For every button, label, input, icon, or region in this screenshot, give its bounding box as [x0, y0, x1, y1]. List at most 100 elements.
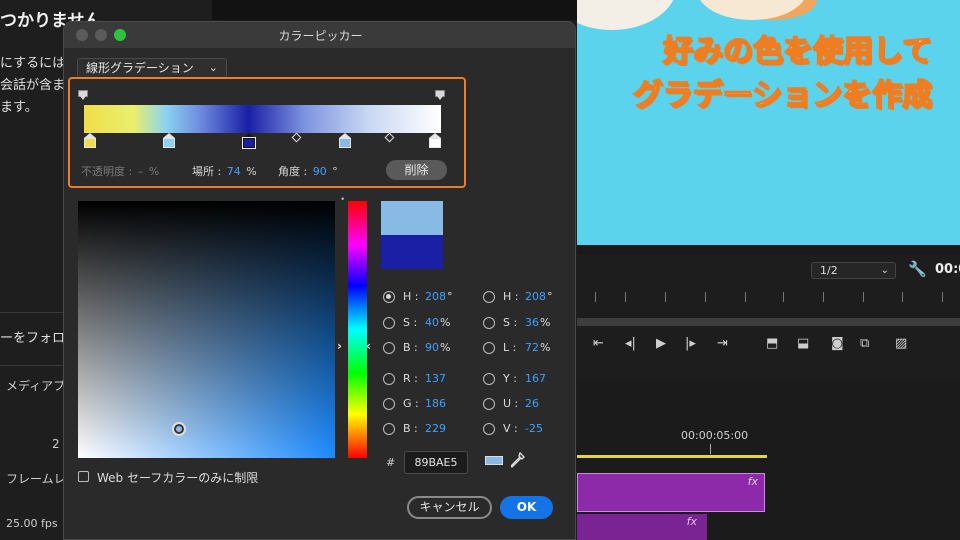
hsb-brightness-value[interactable]: 90 — [425, 341, 439, 354]
hsl-hue-value[interactable]: 208 — [525, 290, 546, 303]
hsl-saturation-value[interactable]: 36 — [525, 316, 539, 329]
angle-label: 角度 : — [278, 165, 308, 178]
step-forward-icon[interactable]: |▸ — [685, 336, 696, 351]
monitor-ruler[interactable] — [577, 290, 960, 304]
yuv-u-radio[interactable] — [483, 398, 495, 410]
rgb-blue-value[interactable]: 229 — [425, 422, 446, 435]
rgb-blue-radio[interactable] — [383, 423, 395, 435]
timeline-time-label: 00:00:05:00 — [681, 429, 749, 442]
camera-icon[interactable]: ◙ — [831, 336, 844, 351]
timeline-tick — [710, 444, 711, 454]
angle-unit: ° — [332, 165, 338, 178]
ok-button[interactable]: OK — [500, 496, 553, 519]
color-stop[interactable] — [242, 133, 255, 149]
eyedropper-icon[interactable] — [510, 451, 525, 472]
rgb-green-radio[interactable] — [383, 398, 395, 410]
go-to-out-icon[interactable]: ⇥ — [717, 336, 728, 351]
saturation-brightness-field[interactable] — [78, 201, 335, 458]
side-number: 2 — [52, 437, 60, 451]
hsb-saturation-label: S : — [403, 316, 418, 329]
dialog-title: カラーピッカー — [278, 29, 363, 43]
angle-value[interactable]: 90 — [313, 165, 327, 178]
rgb-red-radio[interactable] — [383, 373, 395, 385]
opacity-stop[interactable] — [78, 90, 88, 102]
hsb-brightness-unit: % — [440, 341, 451, 354]
video-clip[interactable]: fx — [577, 473, 765, 512]
hsl-lightness-radio[interactable] — [483, 342, 495, 354]
extract-icon[interactable]: ⬓ — [797, 336, 809, 351]
yuv-y-label: Y : — [503, 372, 517, 385]
hsl-lightness-value[interactable]: 72 — [525, 341, 539, 354]
color-stop[interactable] — [339, 133, 352, 149]
color-stop[interactable] — [429, 133, 441, 149]
step-back-icon[interactable]: ◂| — [625, 336, 636, 351]
yuv-v-radio[interactable] — [483, 423, 495, 435]
yuv-u-label: U : — [503, 397, 519, 410]
hsb-saturation-unit: % — [440, 316, 451, 329]
color-stop[interactable] — [163, 133, 176, 149]
zoom-value: 1/2 — [820, 264, 838, 277]
angle-readout: 角度 : 90 ° — [278, 163, 338, 179]
location-unit: % — [246, 165, 257, 178]
location-value[interactable]: 74 — [227, 165, 241, 178]
yuv-v-value[interactable]: -25 — [525, 422, 543, 435]
original-color-swatch[interactable] — [381, 235, 443, 269]
play-icon[interactable]: ▶ — [656, 336, 666, 351]
opacity-value[interactable]: – — [138, 165, 144, 178]
hex-prefix: # — [386, 456, 396, 469]
hex-input[interactable]: 89BAE5 — [404, 451, 468, 474]
gradient-type-select[interactable]: 線形グラデーション ⌄ — [77, 58, 227, 78]
hsl-hue-unit: ° — [547, 290, 553, 303]
color-stop[interactable] — [84, 133, 96, 149]
opacity-readout: 不透明度 : – % — [81, 163, 159, 179]
frame-rate-label: フレームレ — [6, 472, 66, 486]
rgb-red-value[interactable]: 137 — [425, 372, 446, 385]
delete-button[interactable]: 削除 — [386, 160, 447, 180]
hsb-brightness-radio[interactable] — [383, 342, 395, 354]
opacity-label: 不透明度 : — [81, 165, 133, 178]
panel-text-line: ます。 — [0, 100, 38, 115]
compare-icon[interactable]: ⧉ — [860, 336, 869, 351]
cancel-button[interactable]: キャンセル — [407, 496, 492, 519]
rgb-green-value[interactable]: 186 — [425, 397, 446, 410]
hsl-saturation-radio[interactable] — [483, 317, 495, 329]
opacity-unit: % — [148, 165, 160, 178]
hsb-hue-radio[interactable] — [383, 291, 395, 303]
gradient-preview-bar[interactable] — [84, 105, 441, 133]
hue-arrow-left-icon[interactable]: › — [337, 339, 342, 353]
work-area-bar[interactable] — [577, 455, 767, 458]
panel-text-line: 会話が含ま — [0, 78, 66, 93]
color-cursor[interactable] — [172, 422, 186, 436]
opacity-stop[interactable] — [435, 90, 445, 102]
chevron-down-icon: ⌄ — [208, 61, 218, 74]
fx-badge: fx — [747, 475, 758, 488]
go-to-in-icon[interactable]: ⇤ — [593, 336, 604, 351]
sampled-color-chip — [485, 456, 503, 465]
zoom-select[interactable]: 1/2 ⌄ — [811, 262, 896, 279]
title-bar[interactable]: カラーピッカー — [64, 22, 575, 48]
yuv-y-value[interactable]: 167 — [525, 372, 546, 385]
lift-icon[interactable]: ⬒ — [766, 336, 778, 351]
yuv-y-radio[interactable] — [483, 373, 495, 385]
hue-slider[interactable] — [348, 201, 367, 458]
safe-margins-icon[interactable]: ▨ — [895, 336, 907, 351]
yuv-v-label: V : — [503, 422, 518, 435]
chevron-down-icon: ⌄ — [880, 265, 889, 276]
hsb-saturation-radio[interactable] — [383, 317, 395, 329]
follow-text[interactable]: ーをフォロ — [0, 327, 65, 346]
color-picker-dialog: カラーピッカー 線形グラデーション ⌄ 不透明度 : – % 場所 : 74 %… — [63, 21, 576, 540]
hue-arrow-right-icon[interactable]: ‹ — [366, 339, 371, 353]
scrub-bar[interactable] — [577, 318, 960, 326]
yuv-u-value[interactable]: 26 — [525, 397, 539, 410]
hsb-saturation-value[interactable]: 40 — [425, 316, 439, 329]
websafe-checkbox[interactable] — [78, 471, 89, 482]
transport-controls: ⇤ ◂| ▶ |▸ ⇥ ⬒ ⬓ ◙ ⧉ ▨ — [577, 336, 960, 362]
hsl-hue-radio[interactable] — [483, 291, 495, 303]
media-label: メディアプ — [6, 379, 66, 393]
video-clip[interactable]: fx — [577, 514, 707, 540]
location-label: 場所 : — [192, 165, 222, 178]
wrench-icon[interactable]: 🔧 — [908, 260, 927, 278]
hsb-hue-value[interactable]: 208 — [425, 290, 446, 303]
hsl-lightness-unit: % — [540, 341, 551, 354]
caption-line-2: グラデーションを作成 — [632, 77, 933, 114]
